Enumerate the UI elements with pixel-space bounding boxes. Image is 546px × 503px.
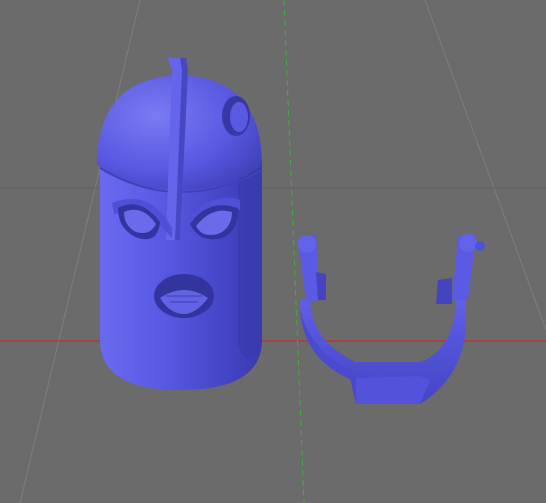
clip-left-knob [298, 235, 316, 253]
3d-viewport[interactable] [0, 0, 546, 503]
mask-shade [238, 160, 262, 359]
scene-canvas[interactable] [0, 0, 546, 503]
dome-hole-inner [230, 102, 248, 132]
mask-model[interactable] [97, 58, 263, 390]
clip-bottom-face [356, 376, 430, 404]
clip-right-pin [475, 241, 485, 251]
clip-right-tab [436, 278, 452, 304]
clip-right-knob [459, 234, 477, 252]
